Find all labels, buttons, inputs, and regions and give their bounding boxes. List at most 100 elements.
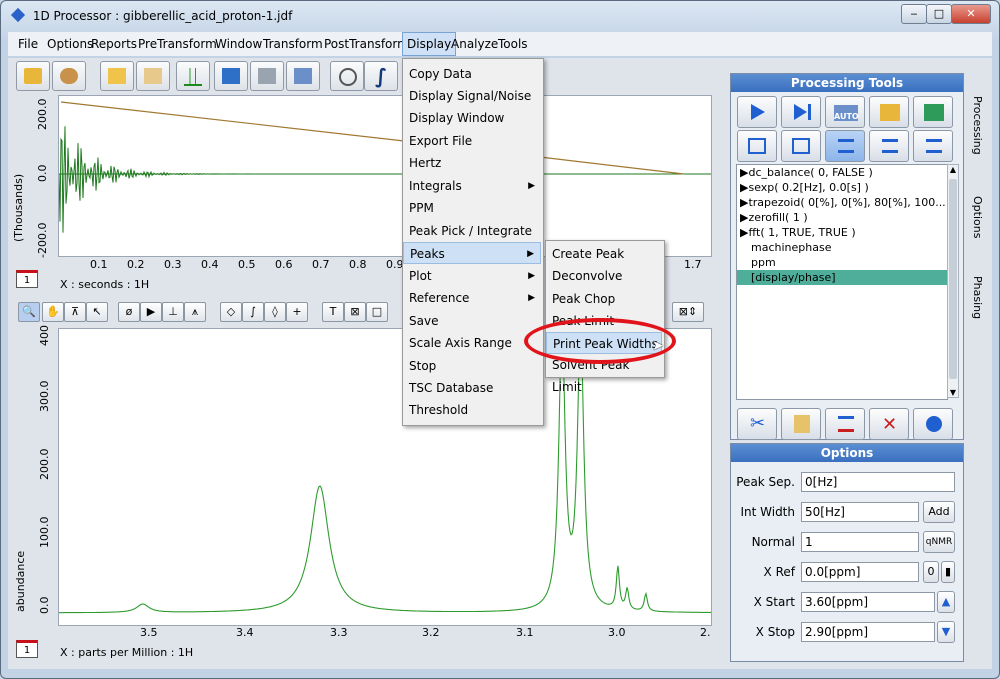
menu-item-peak-pick-integrate[interactable]: Peak Pick / Integrate <box>403 220 541 242</box>
menu-pretransform[interactable]: PreTransform <box>134 32 221 56</box>
processing-step[interactable]: machinephase <box>737 240 947 255</box>
menu-item-create-peak[interactable]: Create Peak <box>546 243 662 265</box>
qnmr-button[interactable]: qNMR <box>923 531 955 553</box>
open-recent-button[interactable] <box>100 61 134 91</box>
processing-step[interactable]: ▶sexp( 0.2[Hz], 0.0[s] ) <box>737 180 947 195</box>
delete-item-button[interactable] <box>825 408 865 440</box>
cursor-tool[interactable]: ▶ <box>140 302 162 322</box>
int-width-field[interactable]: 50[Hz] <box>801 502 919 522</box>
save-button[interactable] <box>214 61 248 91</box>
add-list-button[interactable] <box>869 130 909 162</box>
processing-step[interactable]: ppm <box>737 255 947 270</box>
processing-step[interactable]: ▶fft( 1, TRUE, TRUE ) <box>737 225 947 240</box>
list-menu-button[interactable] <box>913 130 953 162</box>
dropdown-step-button[interactable] <box>781 130 821 162</box>
processing-step[interactable]: ▶dc_balance( 0, FALSE ) <box>737 165 947 180</box>
menu-item-hertz[interactable]: Hertz <box>403 152 541 174</box>
text-tool[interactable]: T <box>322 302 344 322</box>
print-button[interactable] <box>250 61 284 91</box>
menu-item-peaks[interactable]: Peaks ▶ <box>403 242 541 264</box>
clear-list-button[interactable]: ✕ <box>869 408 909 440</box>
menu-item-reference[interactable]: Reference ▶ <box>403 287 541 309</box>
processing-step-selected[interactable]: [display/phase] <box>737 270 947 285</box>
menu-posttransform[interactable]: PostTransform <box>320 32 413 56</box>
diamond-tool[interactable]: ◇ <box>220 302 242 322</box>
menu-item-plot[interactable]: Plot ▶ <box>403 265 541 287</box>
menu-item-ppm[interactable]: PPM <box>403 197 541 219</box>
save-list-button[interactable] <box>913 96 953 128</box>
frame-step-button[interactable] <box>737 130 777 162</box>
processing-step[interactable]: ▶trapezoid( 0[%], 0[%], 80[%], 100... <box>737 195 947 210</box>
stop-button[interactable] <box>330 61 364 91</box>
add-button[interactable]: Add <box>923 501 955 523</box>
menu-file[interactable]: File <box>14 32 42 56</box>
maximize-button[interactable]: □ <box>926 4 952 24</box>
fit-tool[interactable]: ⊠ <box>344 302 366 322</box>
auto-button[interactable]: AUTO <box>825 96 865 128</box>
bottom-plot-badge[interactable]: 1 <box>16 640 38 658</box>
scroll-down-arrow-icon[interactable]: ▼ <box>948 388 958 397</box>
processing-list[interactable]: ▶dc_balance( 0, FALSE ) ▶sexp( 0.2[Hz], … <box>736 164 948 400</box>
load-list-button[interactable] <box>869 96 909 128</box>
menu-item-save[interactable]: Save <box>403 310 541 332</box>
run-button[interactable] <box>737 96 777 128</box>
cut-button[interactable]: ✂ <box>737 408 777 440</box>
top-plot-badge[interactable]: 1 <box>16 270 38 288</box>
menu-item-display-signal-noise[interactable]: Display Signal/Noise <box>403 85 541 107</box>
menu-item-tsc-database[interactable]: TSC Database <box>403 377 541 399</box>
phase-tool[interactable]: ø <box>118 302 140 322</box>
x-ref-zero-button[interactable]: 0 <box>923 561 939 583</box>
import-button[interactable] <box>136 61 170 91</box>
frame-tool[interactable]: □ <box>366 302 388 322</box>
menu-item-copy-data[interactable]: Copy Data <box>403 63 541 85</box>
integral-tool[interactable]: ∫ <box>242 302 264 322</box>
x-start-up-button[interactable]: ▲ <box>937 591 955 613</box>
undo-button[interactable] <box>913 408 953 440</box>
menu-item-deconvolve[interactable]: Deconvolve <box>546 265 662 287</box>
x-stop-down-button[interactable]: ▼ <box>937 621 955 643</box>
tab-options[interactable]: Options <box>966 196 990 256</box>
menu-item-peak-chop[interactable]: Peak Chop <box>546 288 662 310</box>
spectrum-button[interactable] <box>176 61 210 91</box>
report-button[interactable] <box>286 61 320 91</box>
baseline-tool[interactable]: ⊥ <box>162 302 184 322</box>
x-start-field[interactable]: 3.60[ppm] <box>801 592 935 612</box>
integral-button[interactable]: ∫ <box>364 61 398 91</box>
tab-processing[interactable]: Processing <box>966 96 990 176</box>
open-folder-button[interactable] <box>16 61 50 91</box>
scroll-thumb[interactable] <box>949 179 957 379</box>
peak-tool[interactable]: ⩚ <box>184 302 206 322</box>
menu-item-threshold[interactable]: Threshold <box>403 399 541 421</box>
dog-tool-button[interactable] <box>52 61 86 91</box>
minimize-button[interactable]: ‒ <box>901 4 927 24</box>
insert-list-button[interactable] <box>825 130 865 162</box>
menu-item-integrals[interactable]: Integrals ▶ <box>403 175 541 197</box>
menu-transform[interactable]: Transform <box>259 32 327 56</box>
paste-button[interactable] <box>781 408 821 440</box>
fid-plot[interactable] <box>58 95 712 257</box>
tab-phasing[interactable]: Phasing <box>966 276 990 346</box>
menu-reports[interactable]: Reports <box>87 32 141 56</box>
menu-item-scale-axis-range[interactable]: Scale Axis Range <box>403 332 541 354</box>
close-button[interactable]: ✕ <box>951 4 991 24</box>
pointer-tool[interactable]: ↖ <box>86 302 108 322</box>
step-button[interactable] <box>781 96 821 128</box>
peak-sep-field[interactable]: 0[Hz] <box>801 472 955 492</box>
processing-step[interactable]: ▶zerofill( 1 ) <box>737 210 947 225</box>
scroll-up-arrow-icon[interactable]: ▲ <box>948 165 958 174</box>
crosshair-tool[interactable]: + <box>286 302 308 322</box>
eraser-tool[interactable]: ◊ <box>264 302 286 322</box>
view-options-tool[interactable]: ⊠⇕ <box>672 302 704 322</box>
zoom-tool[interactable]: 🔍 <box>18 302 40 322</box>
normal-field[interactable]: 1 <box>801 532 919 552</box>
expand-tool[interactable]: ⊼ <box>64 302 86 322</box>
x-stop-field[interactable]: 2.90[ppm] <box>801 622 935 642</box>
pan-hand-tool[interactable]: ✋ <box>42 302 64 322</box>
x-ref-pin-button[interactable]: ▮ <box>941 561 955 583</box>
menu-tools[interactable]: Tools <box>494 32 532 56</box>
menu-item-export-file[interactable]: Export File <box>403 130 541 152</box>
menu-item-display-window[interactable]: Display Window <box>403 107 541 129</box>
menu-item-stop[interactable]: Stop <box>403 355 541 377</box>
list-scrollbar[interactable]: ▲ ▼ <box>947 164 959 398</box>
x-ref-field[interactable]: 0.0[ppm] <box>801 562 919 582</box>
